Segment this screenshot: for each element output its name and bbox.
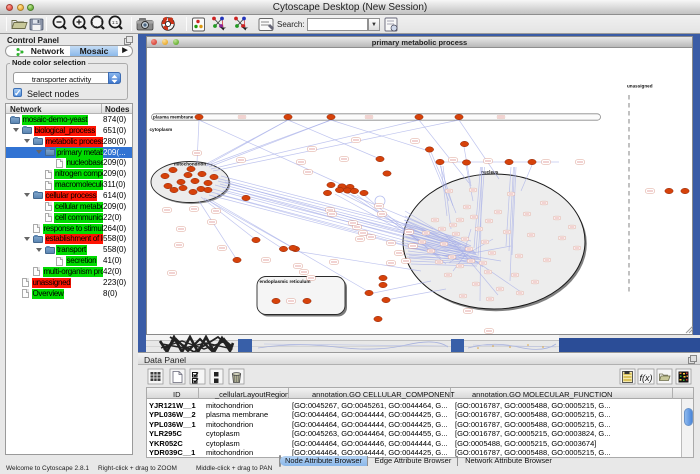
- svg-text:cytoplasm: cytoplasm: [149, 127, 172, 132]
- svg-text:endoplasmic reticulum: endoplasmic reticulum: [259, 278, 310, 283]
- svg-text:unassigned: unassigned: [627, 83, 653, 88]
- svg-text:mitochondrion: mitochondrion: [174, 161, 206, 166]
- svg-text:1:1: 1:1: [112, 20, 119, 25]
- svg-text:plasma membrane: plasma membrane: [153, 114, 194, 119]
- svg-text:f(x): f(x): [640, 373, 653, 383]
